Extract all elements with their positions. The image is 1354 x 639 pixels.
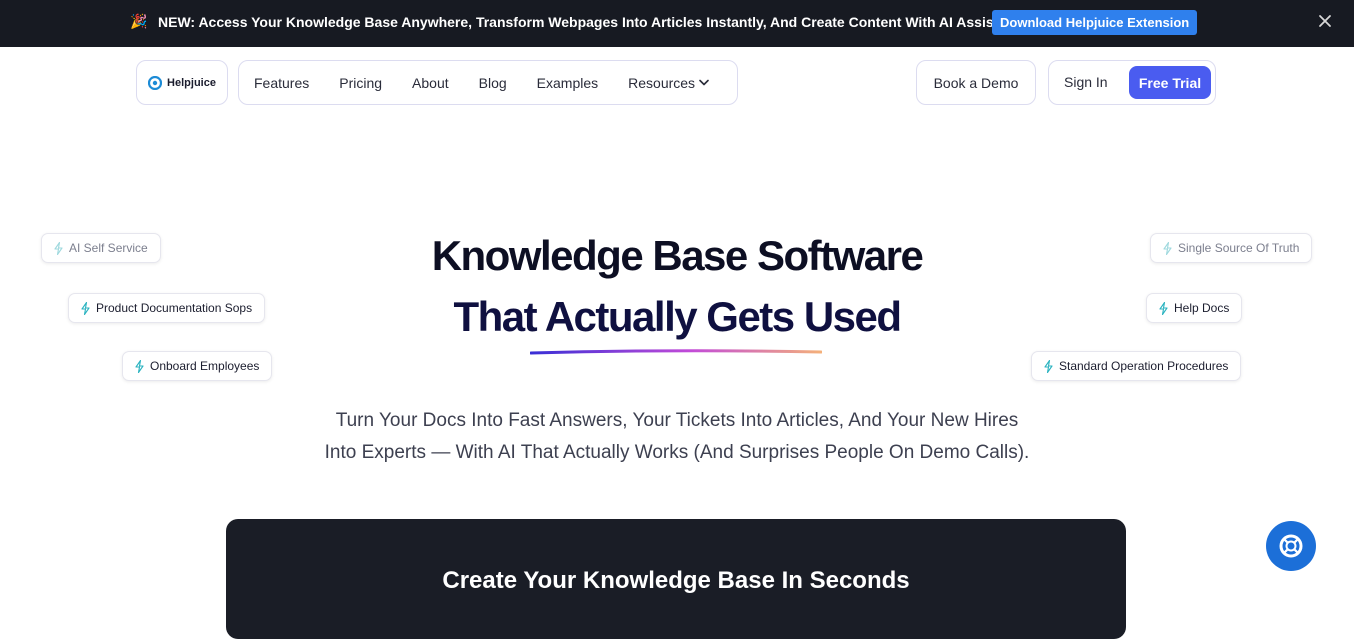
free-trial-button[interactable]: Free Trial: [1129, 66, 1211, 99]
help-chat-button[interactable]: [1266, 521, 1316, 571]
helpjuice-logo-icon: [148, 75, 163, 90]
nav-item-features[interactable]: Features: [254, 75, 309, 91]
nav-item-blog[interactable]: Blog: [479, 75, 507, 91]
book-demo-button[interactable]: Book a Demo: [916, 60, 1036, 105]
announcement-bar: 🎉 NEW: Access Your Knowledge Base Anywhe…: [0, 0, 1354, 47]
logo[interactable]: Helpjuice: [136, 60, 228, 105]
nav-item-pricing[interactable]: Pricing: [339, 75, 382, 91]
demo-card: Create Your Knowledge Base In Seconds: [226, 519, 1126, 639]
announcement-text: NEW: Access Your Knowledge Base Anywhere…: [158, 14, 1031, 30]
nav-item-about[interactable]: About: [412, 75, 449, 91]
tag-standard-operation-procedures: Standard Operation Procedures: [1031, 351, 1242, 381]
tag-label: Onboard Employees: [150, 359, 260, 373]
auth-group: Sign In Free Trial: [1048, 60, 1216, 105]
hero-title-line2: That Actually Gets Used: [453, 293, 902, 340]
logo-text: Helpjuice: [167, 76, 216, 89]
sign-in-link[interactable]: Sign In: [1064, 74, 1108, 90]
nav-item-resources-label: Resources: [628, 74, 696, 91]
tag-onboard-employees: Onboard Employees: [122, 351, 273, 381]
lifebuoy-icon: [1279, 534, 1303, 558]
hero-subtitle-line1: Turn Your Docs Into Fast Answers, Your T…: [335, 410, 1019, 431]
nav-item-examples[interactable]: Examples: [537, 75, 598, 91]
download-extension-button[interactable]: Download Helpjuice Extension: [992, 10, 1198, 35]
demo-card-title: Create Your Knowledge Base In Seconds: [442, 567, 910, 594]
tag-label: Standard Operation Procedures: [1059, 359, 1229, 373]
hero-subtitle-line2: Into Experts — With AI That Actually Wor…: [324, 442, 1030, 463]
close-icon[interactable]: [1318, 14, 1332, 28]
main-nav: Features Pricing About Blog Examples Res…: [238, 60, 738, 105]
party-popper-icon: 🎉: [130, 13, 148, 29]
hero-underline: [530, 349, 822, 355]
chevron-down-icon: [699, 79, 709, 86]
lightning-icon: [1044, 359, 1053, 373]
lightning-icon: [135, 359, 144, 373]
hero-title-line1: Knowledge Base Software: [431, 232, 924, 279]
nav-item-resources[interactable]: Resources: [628, 75, 709, 91]
